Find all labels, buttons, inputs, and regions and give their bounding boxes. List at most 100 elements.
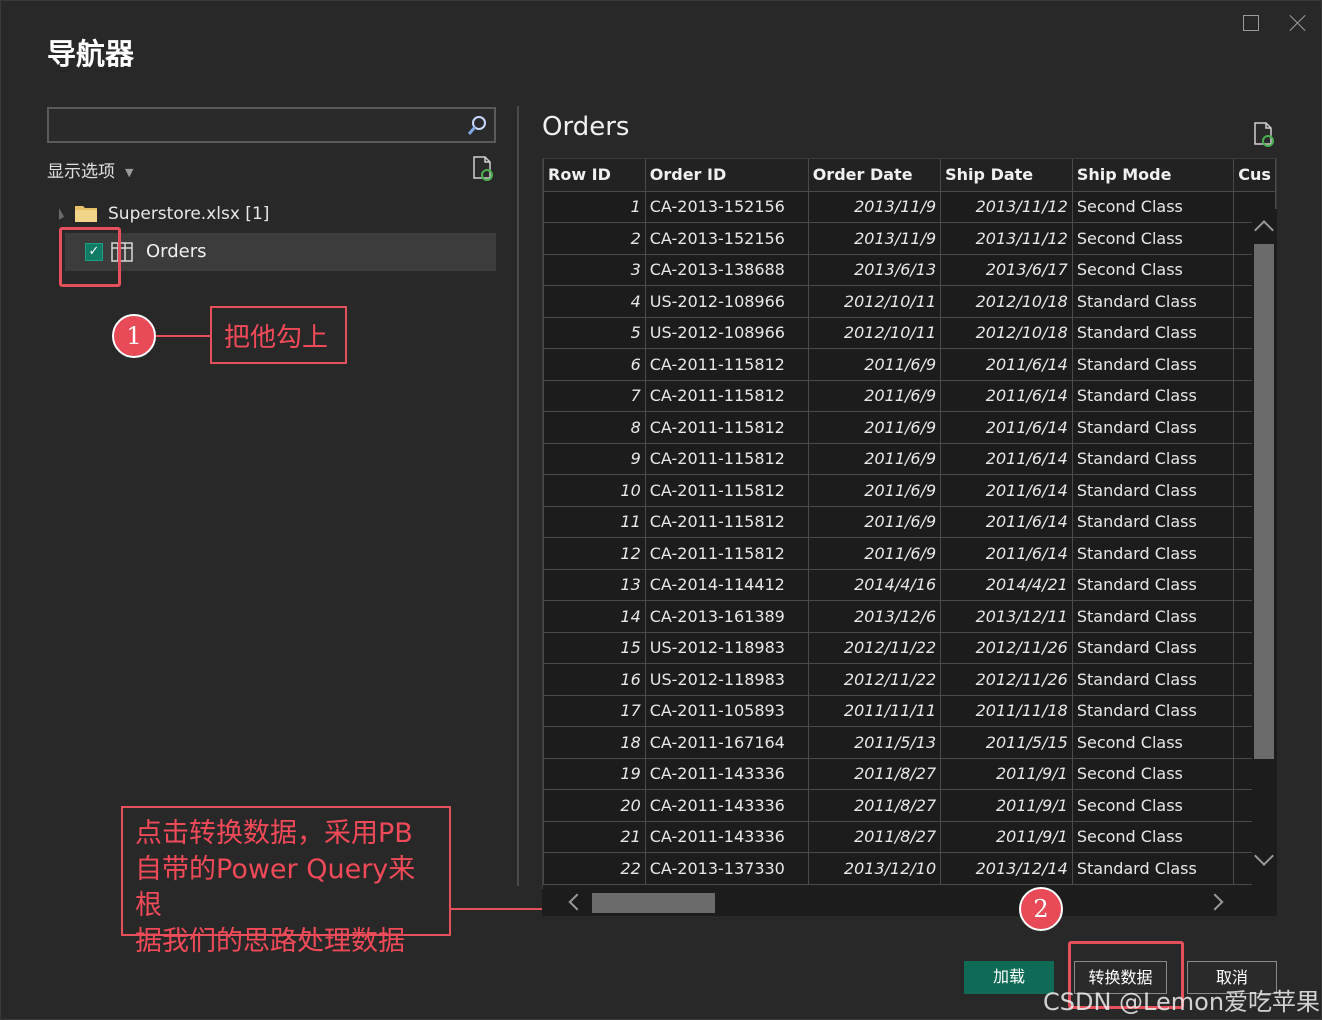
scroll-left-icon[interactable] [568,893,586,911]
column-header[interactable]: Row ID [543,159,646,192]
table-cell: Standard Class [1071,505,1235,538]
table-row[interactable]: 6 CA-2011-115812 2011/6/9 2011/6/14 Standard… [543,348,1276,381]
table-row[interactable]: 16 US-2012-118983 2012/11/22 2012/11/26 Stan… [543,663,1276,696]
folder-icon [75,206,97,222]
column-header[interactable]: Order Date [807,159,942,192]
column-header[interactable]: Order ID [644,159,809,192]
table-cell: 2011/9/1 [940,820,1073,853]
table-cell: Standard Class [1071,537,1235,570]
table-row[interactable]: 11 CA-2011-115812 2011/6/9 2011/6/14 Standar… [543,505,1276,538]
table-cell: CA-2011-143336 [644,789,809,822]
table-cell: 12 [543,537,646,570]
horizontal-scrollbar[interactable] [542,889,1277,916]
table-cell: 2013/12/6 [807,600,942,633]
table-row[interactable]: 20 CA-2011-143336 2011/8/27 2011/9/1 Second … [543,789,1276,822]
table-row[interactable]: 1 CA-2013-152156 2013/11/9 2013/11/12 Second… [543,190,1276,223]
table-cell: US-2012-108966 [644,316,809,349]
tree-expander-icon[interactable] [53,208,65,220]
watermark: CSDN @Lemon爱吃苹果 [1043,988,1321,1016]
table-row[interactable]: 5 US-2012-108966 2012/10/11 2012/10/18 Stand… [543,316,1276,349]
table-cell: 2011/11/18 [940,694,1073,727]
table-cell: 13 [543,568,646,601]
table-cell: 18 [543,726,646,759]
search-input[interactable] [47,107,496,143]
preview-title: Orders [542,112,630,142]
table-row[interactable]: 17 CA-2011-105893 2011/11/11 2011/11/18 Stan… [543,694,1276,727]
vertical-scroll-thumb[interactable] [1254,244,1274,759]
table-cell: 9 [543,442,646,475]
table-cell: 2011/6/14 [940,474,1073,507]
table-cell: 2014/4/21 [940,568,1073,601]
scroll-up-icon[interactable] [1254,220,1274,240]
table-cell: CA-2011-115812 [644,442,809,475]
table-row[interactable]: 2 CA-2013-152156 2013/11/9 2013/11/12 Second… [543,222,1276,255]
table-row[interactable]: 18 CA-2011-167164 2011/5/13 2011/5/15 Second… [543,726,1276,759]
highlight-box-checkbox [59,227,121,287]
column-header[interactable]: Cus [1233,159,1276,192]
callout-step-1: 把他勾上 [210,306,347,364]
horizontal-scroll-thumb[interactable] [592,893,715,913]
table-cell: CA-2011-115812 [644,379,809,412]
table-cell: 6 [543,348,646,381]
table-row[interactable]: 7 CA-2011-115812 2011/6/9 2011/6/14 Standard… [543,379,1276,412]
table-cell: 2012/11/26 [940,663,1073,696]
table-cell: Standard Class [1071,411,1235,444]
table-cell: CA-2011-105893 [644,694,809,727]
table-cell: 5 [543,316,646,349]
tree-item-orders-label: Orders [146,241,207,262]
column-header[interactable]: Ship Date [940,159,1073,192]
table-row[interactable]: 4 US-2012-108966 2012/10/11 2012/10/18 Stand… [543,285,1276,318]
table-cell: 2011/6/9 [807,348,942,381]
table-cell: Standard Class [1071,474,1235,507]
table-cell: CA-2011-115812 [644,348,809,381]
table-row[interactable]: 13 CA-2014-114412 2014/4/16 2014/4/21 Standa… [543,568,1276,601]
table-row[interactable]: 12 CA-2011-115812 2011/6/9 2011/6/14 Standar… [543,537,1276,570]
table-cell: 2013/6/17 [940,253,1073,286]
display-options-dropdown[interactable]: 显示选项 ▼ [47,157,133,182]
pane-divider[interactable] [517,106,519,886]
table-row[interactable]: 14 CA-2013-161389 2013/12/6 2013/12/11 Stand… [543,600,1276,633]
table-row[interactable]: 9 CA-2011-115812 2011/6/9 2011/6/14 Standard… [543,442,1276,475]
table-cell: Standard Class [1071,348,1235,381]
table-cell: 21 [543,820,646,853]
tree-file-label[interactable]: Superstore.xlsx [1] [108,204,269,224]
table-row[interactable]: 8 CA-2011-115812 2011/6/9 2011/6/14 Standard… [543,411,1276,444]
table-row[interactable]: 22 CA-2013-137330 2013/12/10 2013/12/14 Stan… [543,852,1276,885]
maximize-icon[interactable] [1239,11,1263,35]
search-icon[interactable] [466,115,488,137]
table-cell: 2013/12/14 [940,852,1073,885]
table-cell: 2011/6/9 [807,442,942,475]
scroll-down-icon[interactable] [1254,846,1274,866]
table-cell: Standard Class [1071,663,1235,696]
table-cell: 2012/10/18 [940,285,1073,318]
table-row[interactable]: 3 CA-2013-138688 2013/6/13 2013/6/17 Second … [543,253,1276,286]
table-cell: 7 [543,379,646,412]
preview-grid[interactable]: Row ID Order ID Order Date Ship Date Shi… [542,158,1277,916]
callout-step-2-line: 点击转换数据，采用PB [135,818,413,849]
refresh-icon[interactable] [1252,122,1276,148]
close-icon[interactable] [1286,11,1310,35]
table-row[interactable]: 10 CA-2011-115812 2011/6/9 2011/6/14 Standar… [543,474,1276,507]
display-options-label: 显示选项 [47,162,115,182]
table-cell: 2011/6/9 [807,379,942,412]
table-row[interactable]: 21 CA-2011-143336 2011/8/27 2011/9/1 Second … [543,820,1276,853]
table-row[interactable]: 15 US-2012-118983 2012/11/22 2012/11/26 Stan… [543,631,1276,664]
table-cell: 15 [543,631,646,664]
scroll-right-icon[interactable] [1206,893,1224,911]
table-cell: 2011/5/13 [807,726,942,759]
table-row[interactable]: 19 CA-2011-143336 2011/8/27 2011/9/1 Second … [543,757,1276,790]
table-cell: 2011/6/14 [940,348,1073,381]
load-button[interactable]: 加载 [964,961,1054,994]
dialog-title: 导航器 [47,37,135,71]
table-cell: 2011/6/9 [807,537,942,570]
table-cell: CA-2011-143336 [644,757,809,790]
table-cell: 2011/6/14 [940,505,1073,538]
refresh-icon[interactable] [471,156,495,182]
table-cell: 2011/9/1 [940,757,1073,790]
column-header[interactable]: Ship Mode [1071,159,1235,192]
vertical-scrollbar[interactable] [1252,209,1277,889]
table-cell: 2012/10/18 [940,316,1073,349]
table-cell: 2014/4/16 [807,568,942,601]
table-cell: Standard Class [1071,631,1235,664]
table-cell: Second Class [1071,190,1235,223]
